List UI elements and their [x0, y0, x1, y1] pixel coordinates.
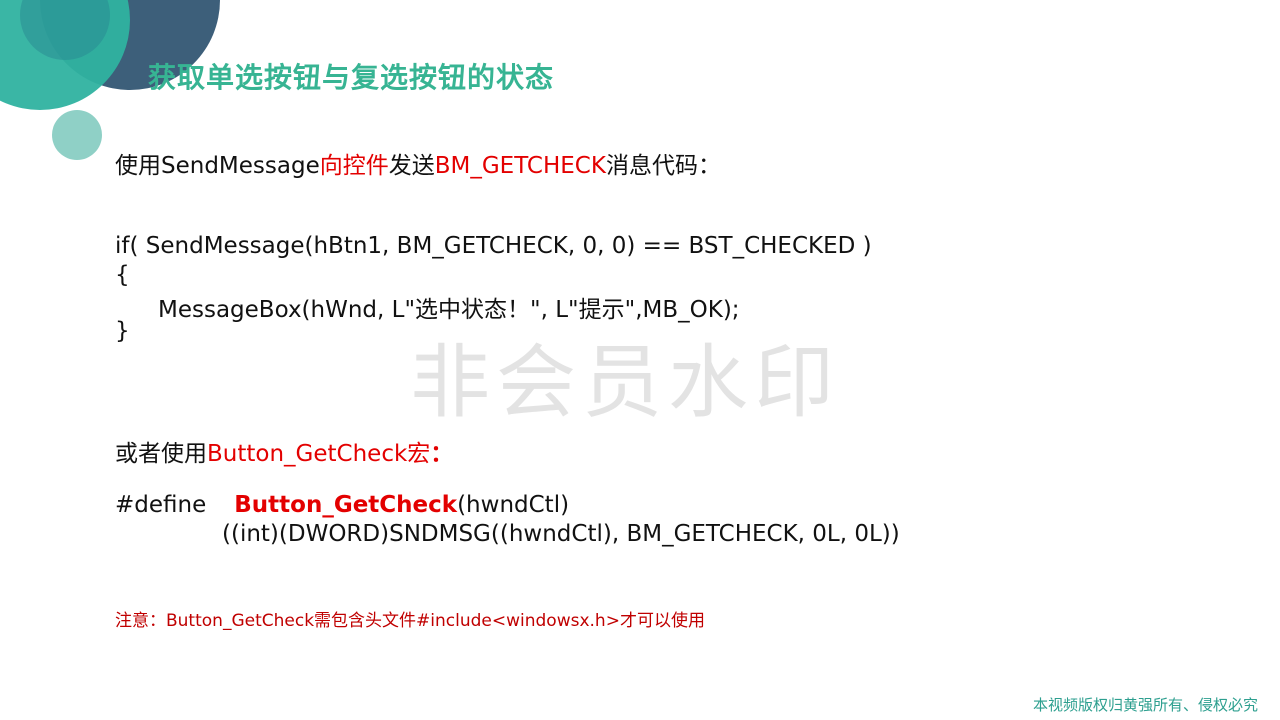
code2-params: (hwndCtl) [457, 492, 570, 518]
intro-text-2: 发送 [388, 153, 435, 179]
note-text: 注意：Button_GetCheck需包含头文件#include<windows… [115, 611, 705, 631]
macro-intro-line: 或者使用Button_GetCheck宏： [115, 434, 453, 468]
code1-line1: if( SendMessage(hBtn1, BM_GETCHECK, 0, 0… [115, 233, 872, 259]
copyright-text: 本视频版权归黄强所有、侵权必究 [1032, 696, 1258, 714]
macro-intro-colon: ： [430, 441, 454, 467]
slide-title: 获取单选按钮与复选按钮的状态 [148, 61, 555, 94]
decor-circle-small [52, 110, 102, 160]
intro-text-1: 使用SendMessage [115, 153, 320, 179]
intro-text-3: 消息代码： [605, 153, 721, 179]
macro-intro-text: 或者使用 [115, 441, 207, 467]
code2-macro-name: Button_GetCheck [234, 492, 458, 518]
intro-line: 使用SendMessage向控件发送BM_GETCHECK消息代码： [115, 146, 721, 180]
code1-line2: { [115, 262, 130, 288]
code2-define: #define [115, 492, 207, 518]
watermark: 非会员水印 [410, 336, 840, 429]
code2-line1: #define Button_GetCheck(hwndCtl) [115, 492, 569, 518]
intro-highlight-2: BM_GETCHECK [434, 153, 606, 179]
intro-highlight-1: 向控件 [319, 153, 389, 179]
macro-intro-highlight: Button_GetCheck宏 [207, 441, 431, 467]
code2-line2: ((int)(DWORD)SNDMSG((hwndCtl), BM_GETCHE… [222, 521, 900, 547]
code1-line4: } [115, 318, 130, 344]
